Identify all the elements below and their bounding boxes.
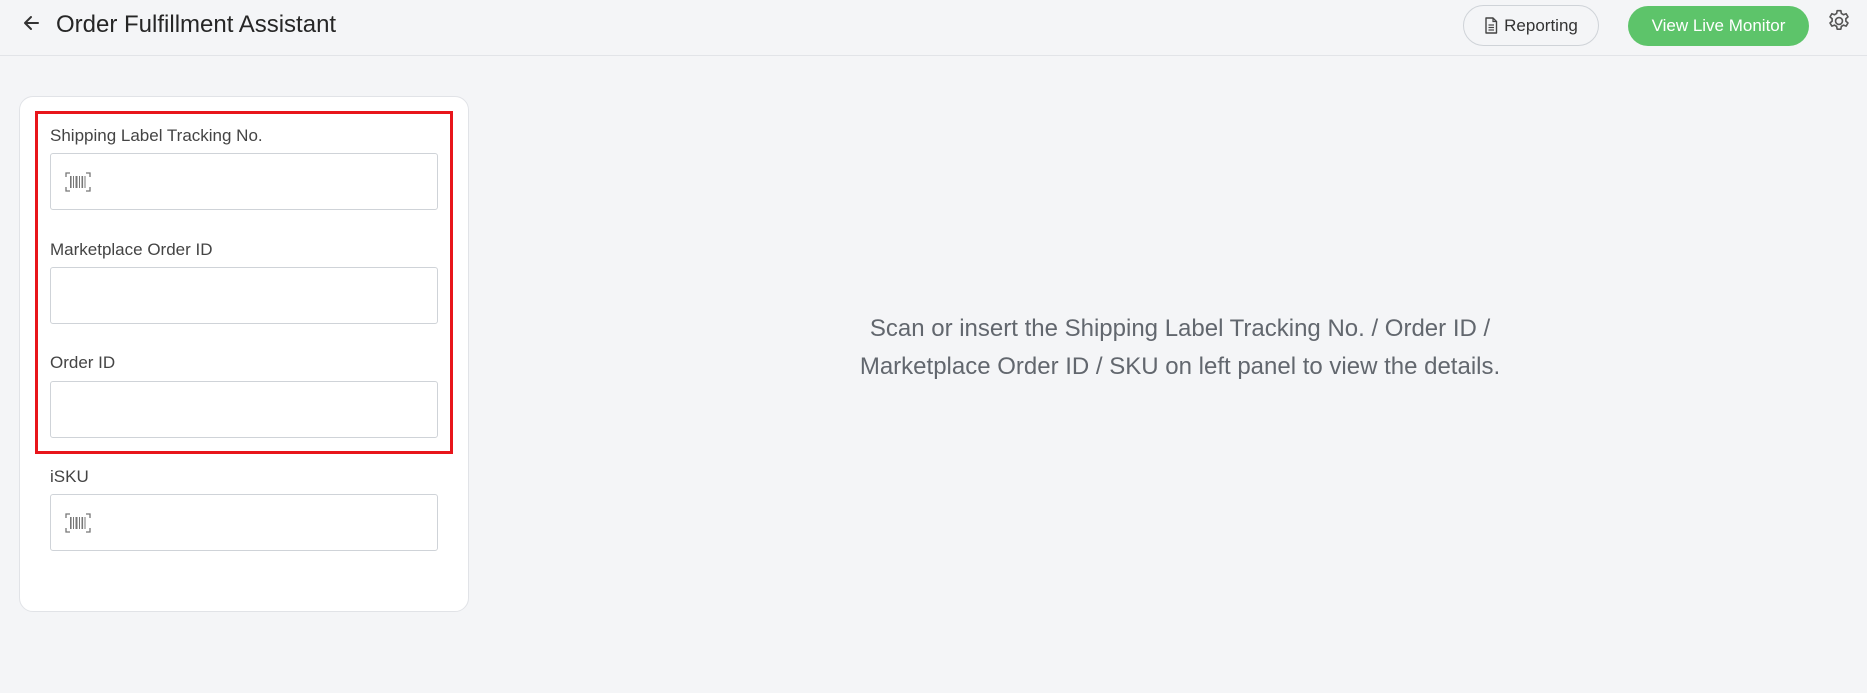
- empty-state-line-1: Scan or insert the Shipping Label Tracki…: [869, 315, 1491, 342]
- reporting-label: Reporting: [1504, 15, 1578, 35]
- marketplace-order-id-field[interactable]: [50, 267, 438, 324]
- gear-icon: [1829, 9, 1849, 30]
- order-id-label: Order ID: [50, 353, 116, 372]
- reporting-button[interactable]: Reporting: [1463, 5, 1599, 46]
- page-title: Order Fulfillment Assistant: [56, 11, 337, 38]
- marketplace-order-id-input[interactable]: [51, 268, 437, 323]
- document-icon: [1485, 17, 1498, 34]
- order-id-field[interactable]: [50, 381, 438, 438]
- view-live-monitor-button[interactable]: View Live Monitor: [1628, 6, 1809, 46]
- isku-label: iSKU: [50, 467, 89, 486]
- order-id-input[interactable]: [51, 382, 437, 437]
- isku-field[interactable]: [50, 494, 438, 551]
- top-bar: Order Fulfillment Assistant Reporting Vi…: [0, 0, 1867, 56]
- empty-state-message: Scan or insert the Shipping Label Tracki…: [800, 310, 1560, 386]
- shipping-label-tracking-field[interactable]: [50, 153, 438, 210]
- marketplace-order-id-label: Marketplace Order ID: [50, 240, 213, 259]
- shipping-label-tracking-label: Shipping Label Tracking No.: [50, 126, 263, 145]
- arrow-left-icon: [24, 16, 39, 30]
- shipping-label-tracking-input[interactable]: [51, 154, 437, 209]
- back-button[interactable]: [18, 10, 44, 36]
- isku-input[interactable]: [51, 495, 437, 550]
- empty-state-line-2: Marketplace Order ID / SKU on left panel…: [859, 353, 1501, 380]
- settings-button[interactable]: [1825, 7, 1853, 35]
